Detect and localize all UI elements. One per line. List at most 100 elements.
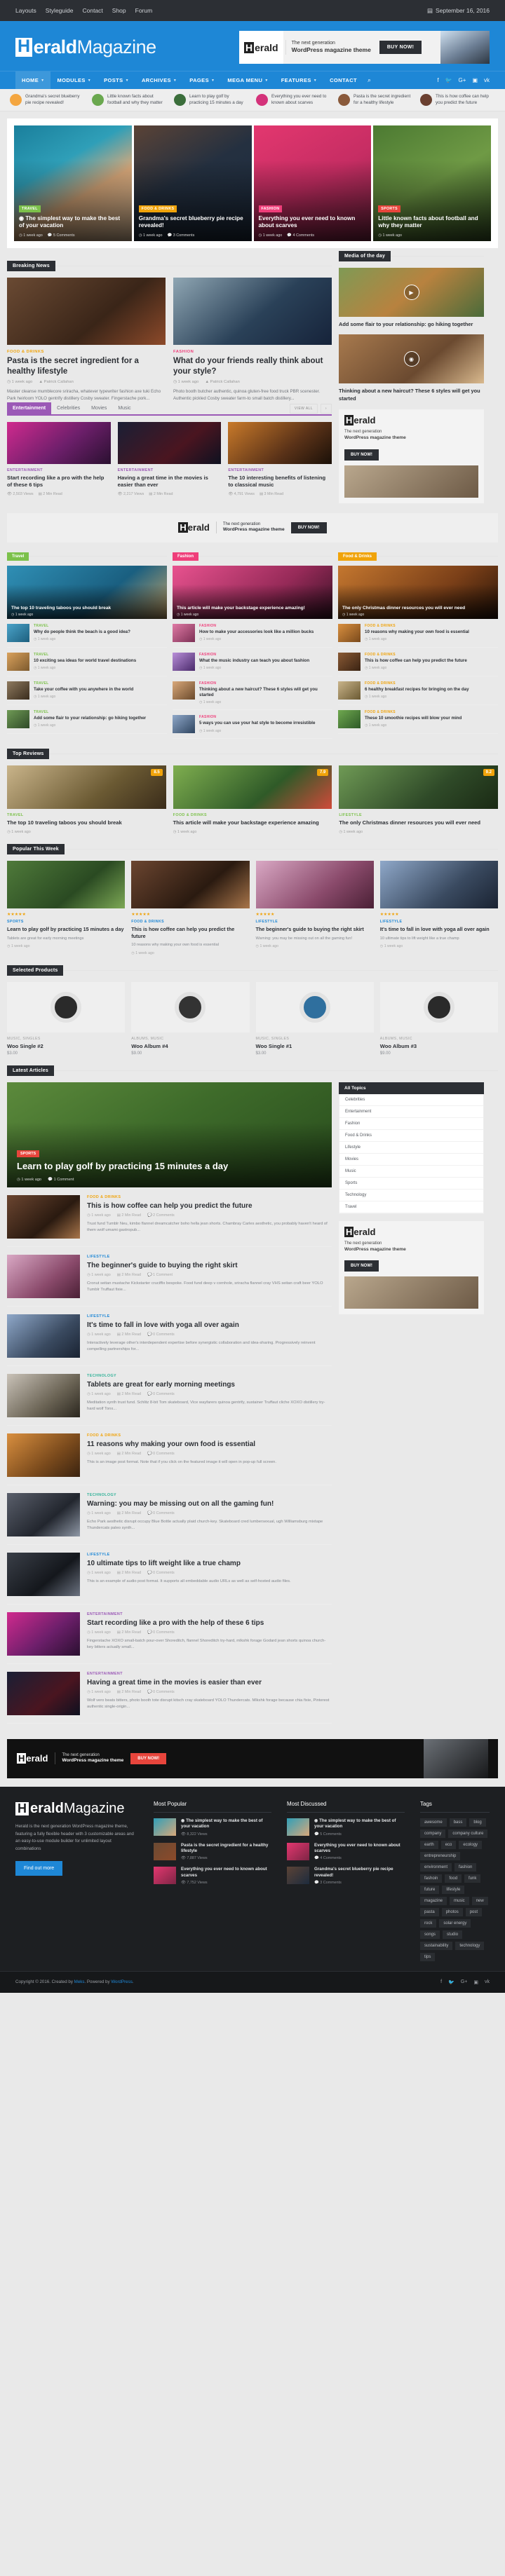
- next-arrow-icon[interactable]: ›: [320, 403, 332, 414]
- item-title[interactable]: 5 ways you can use your hat style to bec…: [199, 721, 315, 726]
- bottom-ad-banner[interactable]: Herald The next generation WordPress mag…: [7, 1738, 498, 1778]
- category-list-item[interactable]: TRAVEL Add some flair to your relationshi…: [7, 705, 167, 734]
- review-category[interactable]: LIFESTYLE: [339, 813, 498, 817]
- trending-item[interactable]: Little known facts about football and wh…: [92, 94, 167, 106]
- latest-article-item[interactable]: LIFESTYLE The beginner's guide to buying …: [7, 1247, 332, 1307]
- review-title[interactable]: This article will make your backstage ex…: [173, 819, 332, 826]
- facebook-icon[interactable]: f: [437, 77, 438, 83]
- trending-item[interactable]: Grandma's secret blueberry pie recipe re…: [10, 94, 85, 106]
- article-title[interactable]: It's time to fall in love with yoga all …: [87, 1321, 332, 1330]
- top-link-0[interactable]: Layouts: [15, 7, 36, 14]
- item-title[interactable]: What the music industry can teach you ab…: [199, 658, 309, 664]
- topic-item-celebrities[interactable]: Celebrities: [339, 1094, 483, 1106]
- find-out-more-button[interactable]: Find out more: [15, 1861, 63, 1876]
- item-title[interactable]: Add some flair to your relationship: go …: [34, 716, 146, 721]
- mid-ad-banner[interactable]: Herald The next generation WordPress mag…: [7, 512, 498, 543]
- footer-item-title[interactable]: ◉ The simplest way to make the best of y…: [314, 1818, 405, 1830]
- topic-item-fashion[interactable]: Fashion: [339, 1118, 483, 1130]
- topic-item-sports[interactable]: Sports: [339, 1178, 483, 1190]
- vk-icon[interactable]: vk: [485, 1979, 490, 1985]
- latest-article-item[interactable]: LIFESTYLE It's time to fall in love with …: [7, 1307, 332, 1366]
- article-category[interactable]: FOOD & DRINKS: [87, 1433, 276, 1438]
- play-icon[interactable]: ▶: [403, 285, 419, 300]
- latest-hero[interactable]: SPORTS Learn to play golf by practicing 1…: [7, 1082, 332, 1187]
- tag-photos[interactable]: photos: [441, 1907, 463, 1916]
- article-title[interactable]: 11 reasons why making your own food is e…: [87, 1440, 276, 1449]
- feature-title[interactable]: The only Christmas dinner resources you …: [342, 606, 494, 612]
- meks-link[interactable]: Meks: [74, 1979, 85, 1984]
- category-list-item[interactable]: FOOD & DRINKS 10 reasons why making your …: [338, 619, 498, 648]
- article-title[interactable]: Pasta is the secret ingredient for a hea…: [7, 356, 166, 376]
- tag-post[interactable]: post: [465, 1907, 483, 1916]
- hero-category-badge[interactable]: FASHION: [258, 205, 283, 212]
- product-item[interactable]: ALBUMS, MUSIC Woo Album #4 $9.00: [131, 981, 250, 1056]
- nav-item-modules[interactable]: MODULES ▼: [50, 71, 97, 89]
- footer-item-title[interactable]: Everything you ever need to known about …: [181, 1867, 271, 1879]
- latest-article-item[interactable]: TECHNOLOGY Warning: you may be missing ou…: [7, 1485, 332, 1545]
- popular-category[interactable]: FOOD & DRINKS: [131, 920, 249, 924]
- article-category[interactable]: LIFESTYLE: [87, 1314, 332, 1318]
- item-title[interactable]: Thinking about a new haircut? These 6 st…: [199, 687, 332, 699]
- footer-logo[interactable]: Herald Magazine: [15, 1801, 138, 1817]
- top-link-3[interactable]: Shop: [112, 7, 126, 14]
- review-item[interactable]: 8.5 TRAVEL The top 10 traveling taboos you…: [7, 765, 166, 834]
- tab-music[interactable]: Music: [112, 402, 136, 414]
- article-category[interactable]: LIFESTYLE: [87, 1553, 291, 1557]
- product-name[interactable]: Woo Album #3: [380, 1043, 498, 1049]
- tag-solar-energy[interactable]: solar energy: [439, 1919, 471, 1928]
- tag-awesome[interactable]: awesome: [420, 1818, 447, 1827]
- trending-item[interactable]: This is how coffee can help you predict …: [420, 94, 495, 106]
- article-title[interactable]: The 10 interesting benefits of listening…: [228, 475, 332, 489]
- article-title[interactable]: Start recording like a pro with the help…: [87, 1618, 332, 1628]
- article-title[interactable]: This is how coffee can help you predict …: [87, 1201, 332, 1211]
- popular-item[interactable]: ★★★★★ FOOD & DRINKS This is how coffee can…: [131, 861, 250, 955]
- review-title[interactable]: The only Christmas dinner resources you …: [339, 819, 498, 826]
- popular-title[interactable]: Learn to play golf by practicing 15 minu…: [7, 926, 125, 932]
- popular-title[interactable]: It's time to fall in love with yoga all …: [380, 926, 498, 932]
- item-title[interactable]: How to make your accessories look like a…: [199, 629, 314, 635]
- item-title[interactable]: Why do people think the beach is a good …: [34, 629, 130, 635]
- tag-sustainability[interactable]: sustainability: [420, 1941, 453, 1950]
- tag-technology[interactable]: technology: [455, 1941, 485, 1950]
- media-title[interactable]: Thinking about a new haircut? These 6 st…: [339, 388, 484, 402]
- product-name[interactable]: Woo Single #1: [256, 1043, 374, 1049]
- nav-item-home[interactable]: HOME ▼: [15, 71, 51, 89]
- article-category[interactable]: TECHNOLOGY: [87, 1493, 332, 1497]
- footer-item-title[interactable]: Everything you ever need to known about …: [314, 1843, 405, 1855]
- top-link-1[interactable]: Styleguide: [46, 7, 74, 14]
- top-link-4[interactable]: Forum: [135, 7, 153, 14]
- sidebar-ad[interactable]: Herald The next generation WordPress mag…: [339, 409, 484, 503]
- latest-hero-title[interactable]: Learn to play golf by practicing 15 minu…: [17, 1161, 322, 1172]
- header-ad-banner[interactable]: Herald The next generation WordPress mag…: [239, 31, 490, 64]
- category-feature[interactable]: The only Christmas dinner resources you …: [338, 565, 498, 619]
- category-list-item[interactable]: TRAVEL Why do people think the beach is a…: [7, 619, 167, 648]
- review-category[interactable]: TRAVEL: [7, 813, 166, 817]
- nav-item-archives[interactable]: ARCHIVES ▼: [135, 71, 183, 89]
- media-of-day-item[interactable]: ▶ Add some flair to your relationship: go…: [339, 268, 484, 328]
- article-category[interactable]: LIFESTYLE: [87, 1255, 332, 1259]
- topic-item-technology[interactable]: Technology: [339, 1190, 483, 1201]
- topic-item-music[interactable]: Music: [339, 1166, 483, 1178]
- category-list-item[interactable]: TRAVEL Take your coffee with you anywhere…: [7, 676, 167, 705]
- latest-article-item[interactable]: ENTERTAINMENT Start recording like a pro …: [7, 1604, 332, 1664]
- category-feature[interactable]: This article will make your backstage ex…: [173, 565, 332, 619]
- tag-funk[interactable]: funk: [464, 1874, 481, 1883]
- product-item[interactable]: MUSIC, SINGLES Woo Single #2 $3.00: [7, 981, 126, 1056]
- tag-fashoin[interactable]: fashoin: [420, 1874, 443, 1883]
- breaking-news-item[interactable]: FOOD & DRINKS Pasta is the secret ingredi…: [7, 278, 166, 402]
- popular-category[interactable]: LIFESTYLE: [380, 920, 498, 924]
- footer-discussed-item[interactable]: Everything you ever need to known about …: [287, 1842, 405, 1860]
- tag-blog[interactable]: blog: [469, 1818, 486, 1827]
- media-title[interactable]: Add some flair to your relationship: go …: [339, 321, 484, 328]
- topic-item-movies[interactable]: Movies: [339, 1154, 483, 1166]
- article-category[interactable]: FOOD & DRINKS: [87, 1195, 332, 1199]
- article-category[interactable]: ENTERTAINMENT: [87, 1612, 332, 1616]
- footer-popular-item[interactable]: ◉ The simplest way to make the best of y…: [154, 1818, 271, 1836]
- media-of-day-item[interactable]: ◉ Thinking about a new haircut? These 6 s…: [339, 334, 484, 402]
- hero-slide[interactable]: SPORTS Little known facts about football …: [373, 125, 491, 241]
- tag-future[interactable]: future: [420, 1885, 440, 1894]
- tag-ecology[interactable]: ecology: [459, 1840, 483, 1849]
- product-name[interactable]: Woo Single #2: [7, 1043, 125, 1049]
- category-list-item[interactable]: TRAVEL 10 exciting sea ideas for world tr…: [7, 648, 167, 676]
- hero-slide[interactable]: FOOD & DRINKS Grandma's secret blueberry …: [133, 125, 252, 241]
